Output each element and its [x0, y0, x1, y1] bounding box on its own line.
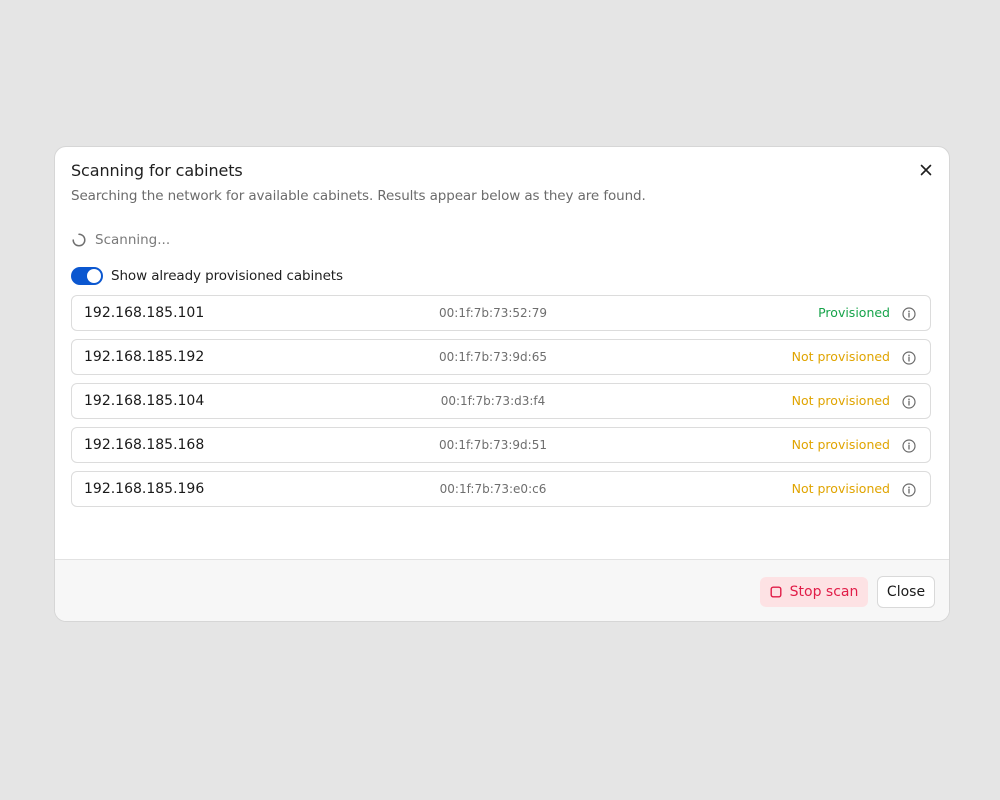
dialog-subtitle: Searching the network for available cabi…	[71, 188, 646, 204]
list-item[interactable]: 192.168.185.168 00:1f:7b:73:9d:51 Not pr…	[71, 427, 931, 463]
info-icon[interactable]	[902, 394, 916, 409]
info-icon[interactable]	[902, 482, 916, 497]
close-button[interactable]: Close	[877, 576, 935, 608]
close-icon[interactable]	[915, 159, 937, 181]
cabinet-mac: 00:1f:7b:73:9d:65	[439, 350, 547, 364]
provisioned-toggle-row: Show already provisioned cabinets	[71, 267, 343, 285]
cabinet-mac: 00:1f:7b:73:52:79	[439, 306, 547, 320]
show-provisioned-toggle[interactable]	[71, 267, 103, 285]
info-icon[interactable]	[902, 306, 916, 321]
status-badge: Not provisioned	[791, 437, 890, 452]
cabinet-mac: 00:1f:7b:73:d3:f4	[440, 394, 546, 408]
list-item[interactable]: 192.168.185.101 00:1f:7b:73:52:79 Provis…	[71, 295, 931, 331]
scan-status: Scanning...	[71, 232, 170, 248]
status-badge: Not provisioned	[791, 393, 890, 408]
scan-status-text: Scanning...	[95, 232, 171, 248]
toggle-knob	[87, 269, 101, 283]
dialog-title: Scanning for cabinets	[71, 161, 243, 180]
cabinet-list: 192.168.185.101 00:1f:7b:73:52:79 Provis…	[71, 295, 931, 515]
list-item[interactable]: 192.168.185.192 00:1f:7b:73:9d:65 Not pr…	[71, 339, 931, 375]
status-badge: Provisioned	[818, 305, 890, 320]
cabinet-mac: 00:1f:7b:73:e0:c6	[439, 482, 547, 496]
status-badge: Not provisioned	[791, 481, 890, 496]
list-item[interactable]: 192.168.185.104 00:1f:7b:73:d3:f4 Not pr…	[71, 383, 931, 419]
spinner-icon	[71, 233, 86, 248]
cabinet-mac: 00:1f:7b:73:9d:51	[439, 438, 547, 452]
info-icon[interactable]	[902, 438, 916, 453]
stop-scan-label: Stop scan	[789, 584, 859, 600]
close-button-label: Close	[886, 584, 926, 600]
info-icon[interactable]	[902, 350, 916, 365]
stop-scan-button[interactable]: Stop scan	[760, 577, 868, 607]
dialog-footer: Stop scan Close	[55, 559, 949, 621]
scan-dialog: Scanning for cabinets Searching the netw…	[54, 146, 950, 622]
status-badge: Not provisioned	[791, 349, 890, 364]
toggle-label: Show already provisioned cabinets	[111, 268, 343, 284]
list-item[interactable]: 192.168.185.196 00:1f:7b:73:e0:c6 Not pr…	[71, 471, 931, 507]
stop-icon	[770, 583, 782, 602]
